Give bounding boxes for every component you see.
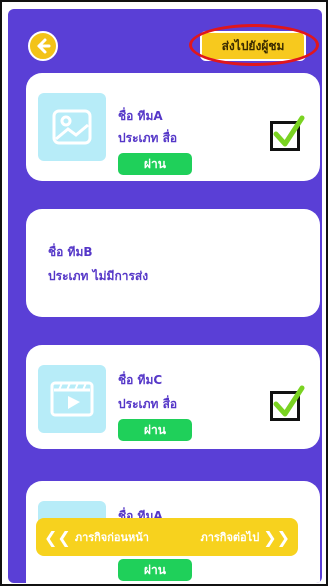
team-card-1[interactable]: ชื่อ ทีมA ประเภท สื่อ ผ่าน bbox=[26, 73, 320, 181]
pass-button[interactable]: ผ่าน bbox=[118, 419, 192, 441]
next-mission-label: ภารกิจต่อไป bbox=[200, 531, 260, 544]
checkbox[interactable] bbox=[270, 385, 305, 421]
video-icon bbox=[50, 381, 94, 417]
next-mission-button[interactable]: ภารกิจต่อไป ❯❯ bbox=[200, 528, 290, 547]
team-type: ประเภท สื่อ bbox=[118, 131, 178, 145]
team-type: ประเภท ไม่มีการส่ง bbox=[48, 269, 149, 283]
app-screen: ส่งไปยังผู้ชม ชื่อ ทีมA ประเภท สื่อ ผ่าน bbox=[8, 9, 322, 583]
mission-nav-bar: ❮❮ ภารกิจก่อนหน้า ภารกิจต่อไป ❯❯ bbox=[36, 518, 298, 556]
checkbox[interactable] bbox=[270, 115, 305, 151]
team-type: ประเภท สื่อ bbox=[118, 397, 178, 411]
send-to-audience-button[interactable]: ส่งไปยังผู้ชม bbox=[200, 31, 306, 61]
thumbnail bbox=[38, 365, 106, 433]
chevron-left-icon: ❮❮ bbox=[44, 527, 71, 547]
screenshot-frame: ส่งไปยังผู้ชม ชื่อ ทีมA ประเภท สื่อ ผ่าน bbox=[0, 0, 328, 586]
team-name: ชื่อ ทีมA bbox=[118, 109, 163, 123]
pass-button[interactable]: ผ่าน bbox=[118, 153, 192, 175]
chevron-right-icon: ❯❯ bbox=[263, 527, 290, 547]
thumbnail bbox=[38, 93, 106, 161]
team-name: ชื่อ ทีมB bbox=[48, 245, 93, 259]
image-icon bbox=[52, 109, 92, 145]
previous-mission-label: ภารกิจก่อนหน้า bbox=[74, 531, 149, 544]
team-card-3[interactable]: ชื่อ ทีมC ประเภท สื่อ ผ่าน bbox=[26, 345, 320, 449]
team-card-2[interactable]: ชื่อ ทีมB ประเภท ไม่มีการส่ง bbox=[26, 209, 320, 317]
pass-button[interactable]: ผ่าน bbox=[118, 559, 192, 581]
previous-mission-button[interactable]: ❮❮ ภารกิจก่อนหน้า bbox=[44, 528, 149, 547]
team-name: ชื่อ ทีมC bbox=[118, 373, 163, 387]
arrow-left-icon bbox=[37, 38, 51, 54]
checkmark-icon bbox=[273, 385, 305, 417]
back-button[interactable] bbox=[28, 31, 58, 61]
checkmark-icon bbox=[273, 115, 305, 147]
